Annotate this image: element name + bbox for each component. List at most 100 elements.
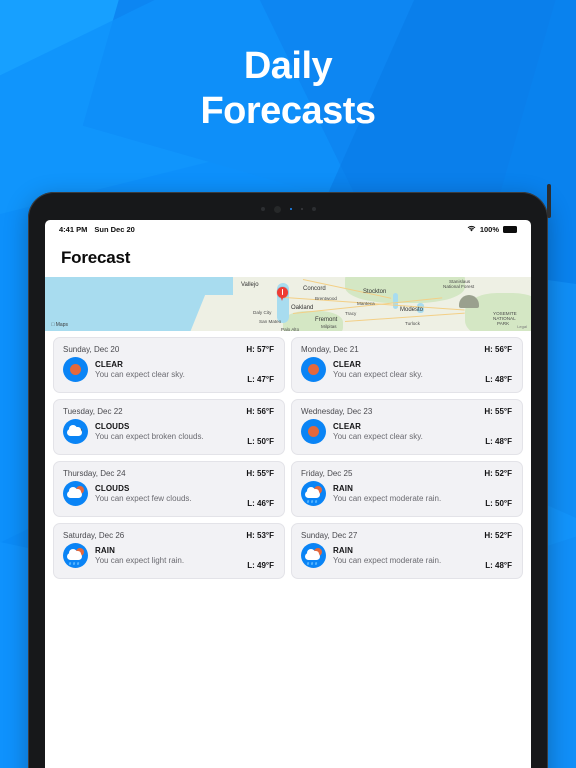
map-place-label: Brentwood (315, 296, 337, 301)
forecast-high-temp: H: 57°F (246, 345, 274, 354)
camera-sensor-array (28, 205, 548, 213)
forecast-date: Wednesday, Dec 23 (301, 407, 373, 416)
forecast-text: CLOUDS You can expect broken clouds. (95, 422, 204, 441)
forecast-low-temp: L: 48°F (485, 437, 512, 446)
forecast-text: RAIN You can expect moderate rain. (333, 484, 441, 503)
forecast-card[interactable]: Sunday, Dec 27 RAIN You can expect moderat… (291, 523, 523, 579)
forecast-body: CLOUDS You can expect broken clouds. (63, 419, 275, 444)
forecast-card[interactable]: Friday, Dec 25 RAIN You can expect moderat… (291, 461, 523, 517)
sun-clear-icon (301, 419, 326, 444)
map-place-label: Oakland (291, 305, 314, 311)
forecast-text: RAIN You can expect moderate rain. (333, 546, 441, 565)
forecast-card[interactable]: Sunday, Dec 20 CLEAR You can expect clear … (53, 337, 285, 393)
map-place-label: Concord (303, 286, 326, 292)
map-place-label: Fremont (315, 317, 338, 323)
forecast-date: Sunday, Dec 27 (301, 531, 358, 540)
promo-poster: Daily Forecasts 4:41 PM Sun Dec 20 100% … (0, 0, 576, 768)
forecast-description: You can expect clear sky. (333, 432, 423, 441)
map-place-label: Stockton (363, 289, 387, 295)
forecast-low-temp: L: 47°F (247, 375, 274, 384)
forecast-date: Thursday, Dec 24 (63, 469, 126, 478)
map-location-pin-icon[interactable] (277, 287, 288, 302)
status-date: Sun Dec 20 (94, 224, 135, 234)
forecast-card[interactable]: Saturday, Dec 26 RAIN You can expect light… (53, 523, 285, 579)
map-attribution[interactable]: Maps (51, 322, 68, 328)
forecast-date: Sunday, Dec 20 (63, 345, 120, 354)
forecast-high-temp: H: 56°F (484, 345, 512, 354)
map-legal-link[interactable]: Legal (517, 324, 527, 329)
headline-line-2: Forecasts (200, 89, 376, 132)
forecast-body: CLEAR You can expect clear sky. (301, 419, 513, 444)
forecast-card[interactable]: Thursday, Dec 24 CLOUDS You can expect few… (53, 461, 285, 517)
forecast-text: CLEAR You can expect clear sky. (333, 360, 423, 379)
forecast-text: CLOUDS You can expect few clouds. (95, 484, 192, 503)
forecast-body: CLEAR You can expect clear sky. (301, 357, 513, 382)
forecast-grid: Sunday, Dec 20 CLEAR You can expect clear … (45, 331, 531, 587)
status-bar-right: 100% (467, 225, 517, 234)
forecast-description: You can expect broken clouds. (95, 432, 204, 441)
apple-logo-icon:  (51, 322, 55, 328)
forecast-date: Friday, Dec 25 (301, 469, 353, 478)
forecast-condition: CLEAR (333, 422, 362, 431)
sun-clear-icon (301, 357, 326, 382)
forecast-low-temp: L: 48°F (485, 375, 512, 384)
forecast-card[interactable]: Tuesday, Dec 22 CLOUDS You can expect brok… (53, 399, 285, 455)
forecast-low-temp: L: 46°F (247, 499, 274, 508)
forecast-condition: CLOUDS (95, 484, 130, 493)
forecast-high-temp: H: 55°F (484, 407, 512, 416)
forecast-condition: RAIN (95, 546, 115, 555)
sensor-dot-icon (260, 207, 265, 211)
forecast-condition: RAIN (333, 546, 353, 555)
broken-clouds-icon (63, 419, 88, 444)
forecast-low-temp: L: 48°F (485, 561, 512, 570)
forecast-low-temp: L: 49°F (247, 561, 274, 570)
forecast-high-temp: H: 52°F (484, 469, 512, 478)
map-place-label: Milpitas (321, 324, 337, 329)
forecast-card[interactable]: Monday, Dec 21 CLEAR You can expect clear … (291, 337, 523, 393)
forecast-text: CLEAR You can expect clear sky. (333, 422, 423, 441)
poster-headline: Daily Forecasts (0, 44, 576, 134)
rain-icon (301, 481, 326, 506)
map-place-label: PARK (497, 321, 510, 326)
pin-tip (280, 295, 285, 301)
wifi-icon (467, 225, 476, 234)
forecast-body: CLEAR You can expect clear sky. (63, 357, 275, 382)
forecast-text: RAIN You can expect light rain. (95, 546, 184, 565)
location-map[interactable]: Vallejo Concord Stockton Brentwood Manteca Oa… (45, 277, 531, 331)
map-place-label: Palo Alto (281, 327, 300, 331)
map-place-label: Vallejo (241, 282, 259, 288)
headline-line-1: Daily (243, 45, 333, 87)
rain-drops (306, 499, 319, 504)
forecast-high-temp: H: 55°F (246, 469, 274, 478)
ambient-sensor-icon (311, 207, 316, 211)
cloud-shape (67, 487, 82, 498)
sun-disc (308, 426, 319, 437)
cloud-shape (67, 425, 82, 436)
rain-drops (68, 561, 81, 566)
map-attribution-label: Maps (52, 322, 68, 328)
forecast-condition: CLEAR (333, 360, 362, 369)
forecast-description: You can expect few clouds. (95, 494, 192, 503)
rain-icon (301, 543, 326, 568)
map-place-label: National Forest (443, 284, 475, 289)
forecast-card[interactable]: Wednesday, Dec 23 CLEAR You can expect cle… (291, 399, 523, 455)
status-bar: 4:41 PM Sun Dec 20 100% (45, 220, 531, 238)
forecast-condition: CLOUDS (95, 422, 130, 431)
map-place-label: San Mateo (259, 319, 282, 324)
forecast-description: You can expect moderate rain. (333, 556, 442, 565)
forecast-date: Tuesday, Dec 22 (63, 407, 123, 416)
forecast-date: Monday, Dec 21 (301, 345, 359, 354)
cloud-shape (67, 549, 82, 560)
tablet-screen: 4:41 PM Sun Dec 20 100% Forecast Vallejo… (45, 220, 531, 768)
indicator-led-icon (289, 208, 292, 210)
rain-icon (63, 543, 88, 568)
forecast-body: CLOUDS You can expect few clouds. (63, 481, 275, 506)
forecast-description: You can expect clear sky. (95, 370, 185, 379)
forecast-text: CLEAR You can expect clear sky. (95, 360, 185, 379)
page-title: Forecast (61, 248, 131, 267)
cloud-shape (305, 549, 320, 560)
forecast-high-temp: H: 52°F (484, 531, 512, 540)
sensor-dot-icon (300, 208, 303, 210)
rain-drops (306, 561, 319, 566)
forecast-condition: CLEAR (95, 360, 124, 369)
